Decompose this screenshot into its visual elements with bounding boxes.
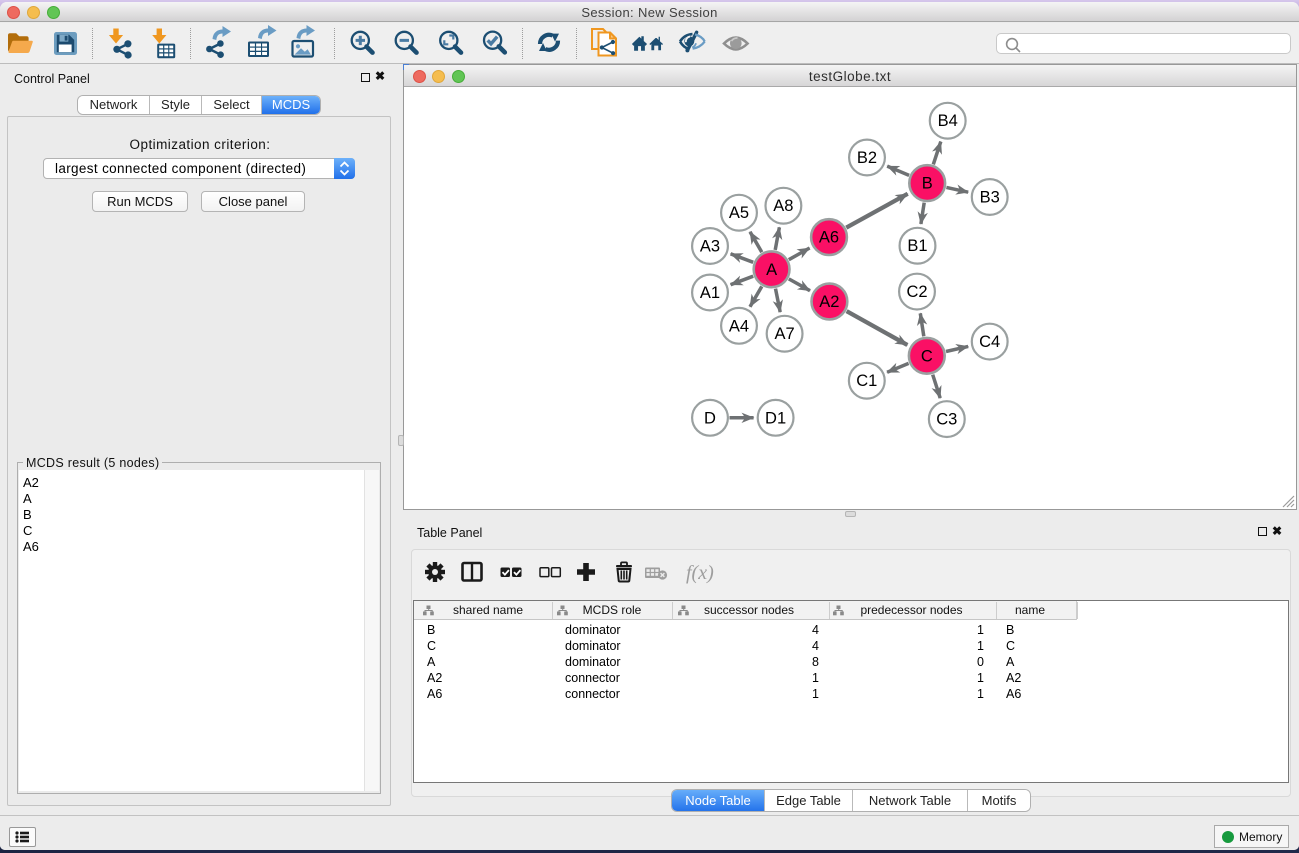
svg-text:D1: D1 xyxy=(765,409,786,427)
svg-text:A: A xyxy=(766,261,777,279)
svg-text:A4: A4 xyxy=(729,317,749,335)
svg-text:C3: C3 xyxy=(936,411,957,429)
svg-text:D: D xyxy=(704,409,716,427)
svg-text:B3: B3 xyxy=(980,189,1000,207)
svg-text:A5: A5 xyxy=(729,204,749,222)
svg-text:A8: A8 xyxy=(773,197,793,215)
svg-text:A3: A3 xyxy=(700,238,720,256)
svg-text:A6: A6 xyxy=(819,229,839,247)
svg-text:A1: A1 xyxy=(700,284,720,302)
svg-text:B4: B4 xyxy=(938,112,958,130)
svg-text:C: C xyxy=(921,347,933,365)
svg-text:B2: B2 xyxy=(857,149,877,167)
svg-text:C2: C2 xyxy=(906,283,927,301)
svg-text:B1: B1 xyxy=(907,237,927,255)
svg-text:C1: C1 xyxy=(856,372,877,390)
svg-text:B: B xyxy=(922,175,933,193)
svg-text:f(x): f(x) xyxy=(686,562,714,584)
svg-text:C4: C4 xyxy=(979,333,1000,351)
svg-text:A7: A7 xyxy=(775,325,795,343)
svg-text:A2: A2 xyxy=(819,293,839,311)
